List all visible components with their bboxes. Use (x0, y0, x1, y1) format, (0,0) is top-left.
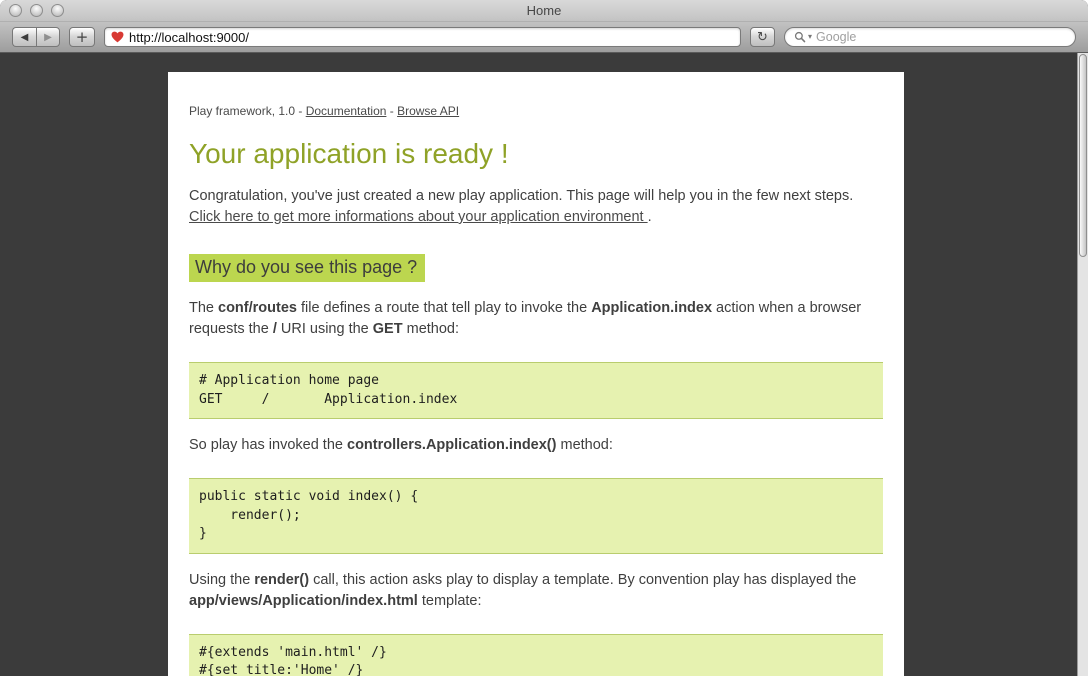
code-term: GET (373, 321, 403, 337)
browse-api-link[interactable]: Browse API (397, 104, 459, 118)
reload-button[interactable]: ↻ (750, 27, 775, 47)
text-segment: URI using the (277, 321, 373, 337)
text-segment: method: (403, 321, 459, 337)
address-bar[interactable] (104, 27, 741, 47)
text-segment: So play has invoked the (189, 437, 347, 453)
scrollbar-thumb[interactable] (1079, 54, 1087, 257)
browser-toolbar: ◀ ▶ + ↻ ▾ (0, 22, 1088, 53)
text-segment: file defines a route that tell play to i… (297, 300, 591, 316)
page-title: Your application is ready ! (189, 138, 883, 170)
intro-paragraph: Congratulation, you've just created a ne… (189, 186, 883, 228)
content-card: Play framework, 1.0 - Documentation - Br… (168, 72, 904, 676)
code-term: controllers.Application.index() (347, 437, 556, 453)
routes-paragraph: The conf/routes file defines a route tha… (189, 298, 883, 340)
search-icon: ▾ (794, 31, 812, 43)
page-viewport: Play framework, 1.0 - Documentation - Br… (0, 53, 1088, 676)
code-term: conf/routes (218, 300, 297, 316)
code-term: app/views/Application/index.html (189, 593, 418, 609)
traffic-lights (9, 4, 64, 17)
text-segment: template: (418, 593, 482, 609)
documentation-link[interactable]: Documentation (306, 104, 387, 118)
code-term: Application.index (591, 300, 712, 316)
text-segment: call, this action asks play to display a… (309, 572, 856, 588)
framework-header: Play framework, 1.0 - Documentation - Br… (189, 104, 883, 118)
zoom-button[interactable] (51, 4, 64, 17)
back-icon: ◀ (21, 32, 29, 43)
template-code-block: #{extends 'main.html' /} #{set title:'Ho… (189, 634, 883, 676)
text-segment: Using the (189, 572, 254, 588)
search-engine-caret-icon: ▾ (808, 33, 812, 41)
code-term: render() (254, 572, 309, 588)
reload-icon: ↻ (757, 30, 768, 45)
template-paragraph: Using the render() call, this action ask… (189, 570, 883, 612)
routes-code-block: # Application home page GET / Applicatio… (189, 362, 883, 419)
search-bar[interactable]: ▾ (784, 27, 1076, 47)
text-segment: method: (556, 437, 612, 453)
favicon-heart-icon (111, 31, 124, 43)
framework-label: Play framework, 1.0 - (189, 104, 306, 118)
back-button[interactable]: ◀ (12, 27, 36, 47)
window-scrollbar[interactable] (1077, 53, 1088, 676)
browser-window: Home ◀ ▶ + ↻ ▾ Play framework, 1.0 - Doc… (0, 0, 1088, 676)
forward-button[interactable]: ▶ (36, 27, 60, 47)
intro-suffix: . (648, 209, 652, 225)
window-title: Home (527, 3, 562, 18)
url-input[interactable] (129, 29, 734, 45)
search-input[interactable] (816, 29, 1066, 45)
action-code-block: public static void index() { render(); } (189, 478, 883, 554)
titlebar[interactable]: Home (0, 0, 1088, 22)
plus-icon: + (76, 28, 89, 46)
invoked-paragraph: So play has invoked the controllers.Appl… (189, 435, 883, 456)
section-title: Why do you see this page ? (189, 254, 425, 282)
nav-buttons: ◀ ▶ (12, 27, 60, 47)
intro-text: Congratulation, you've just created a ne… (189, 188, 853, 204)
environment-info-link[interactable]: Click here to get more informations abou… (189, 209, 648, 225)
forward-icon: ▶ (44, 32, 52, 43)
new-tab-button[interactable]: + (69, 27, 95, 47)
text-segment: The (189, 300, 218, 316)
separator: - (386, 104, 397, 118)
section-heading: Why do you see this page ? (189, 254, 883, 282)
close-button[interactable] (9, 4, 22, 17)
minimize-button[interactable] (30, 4, 43, 17)
